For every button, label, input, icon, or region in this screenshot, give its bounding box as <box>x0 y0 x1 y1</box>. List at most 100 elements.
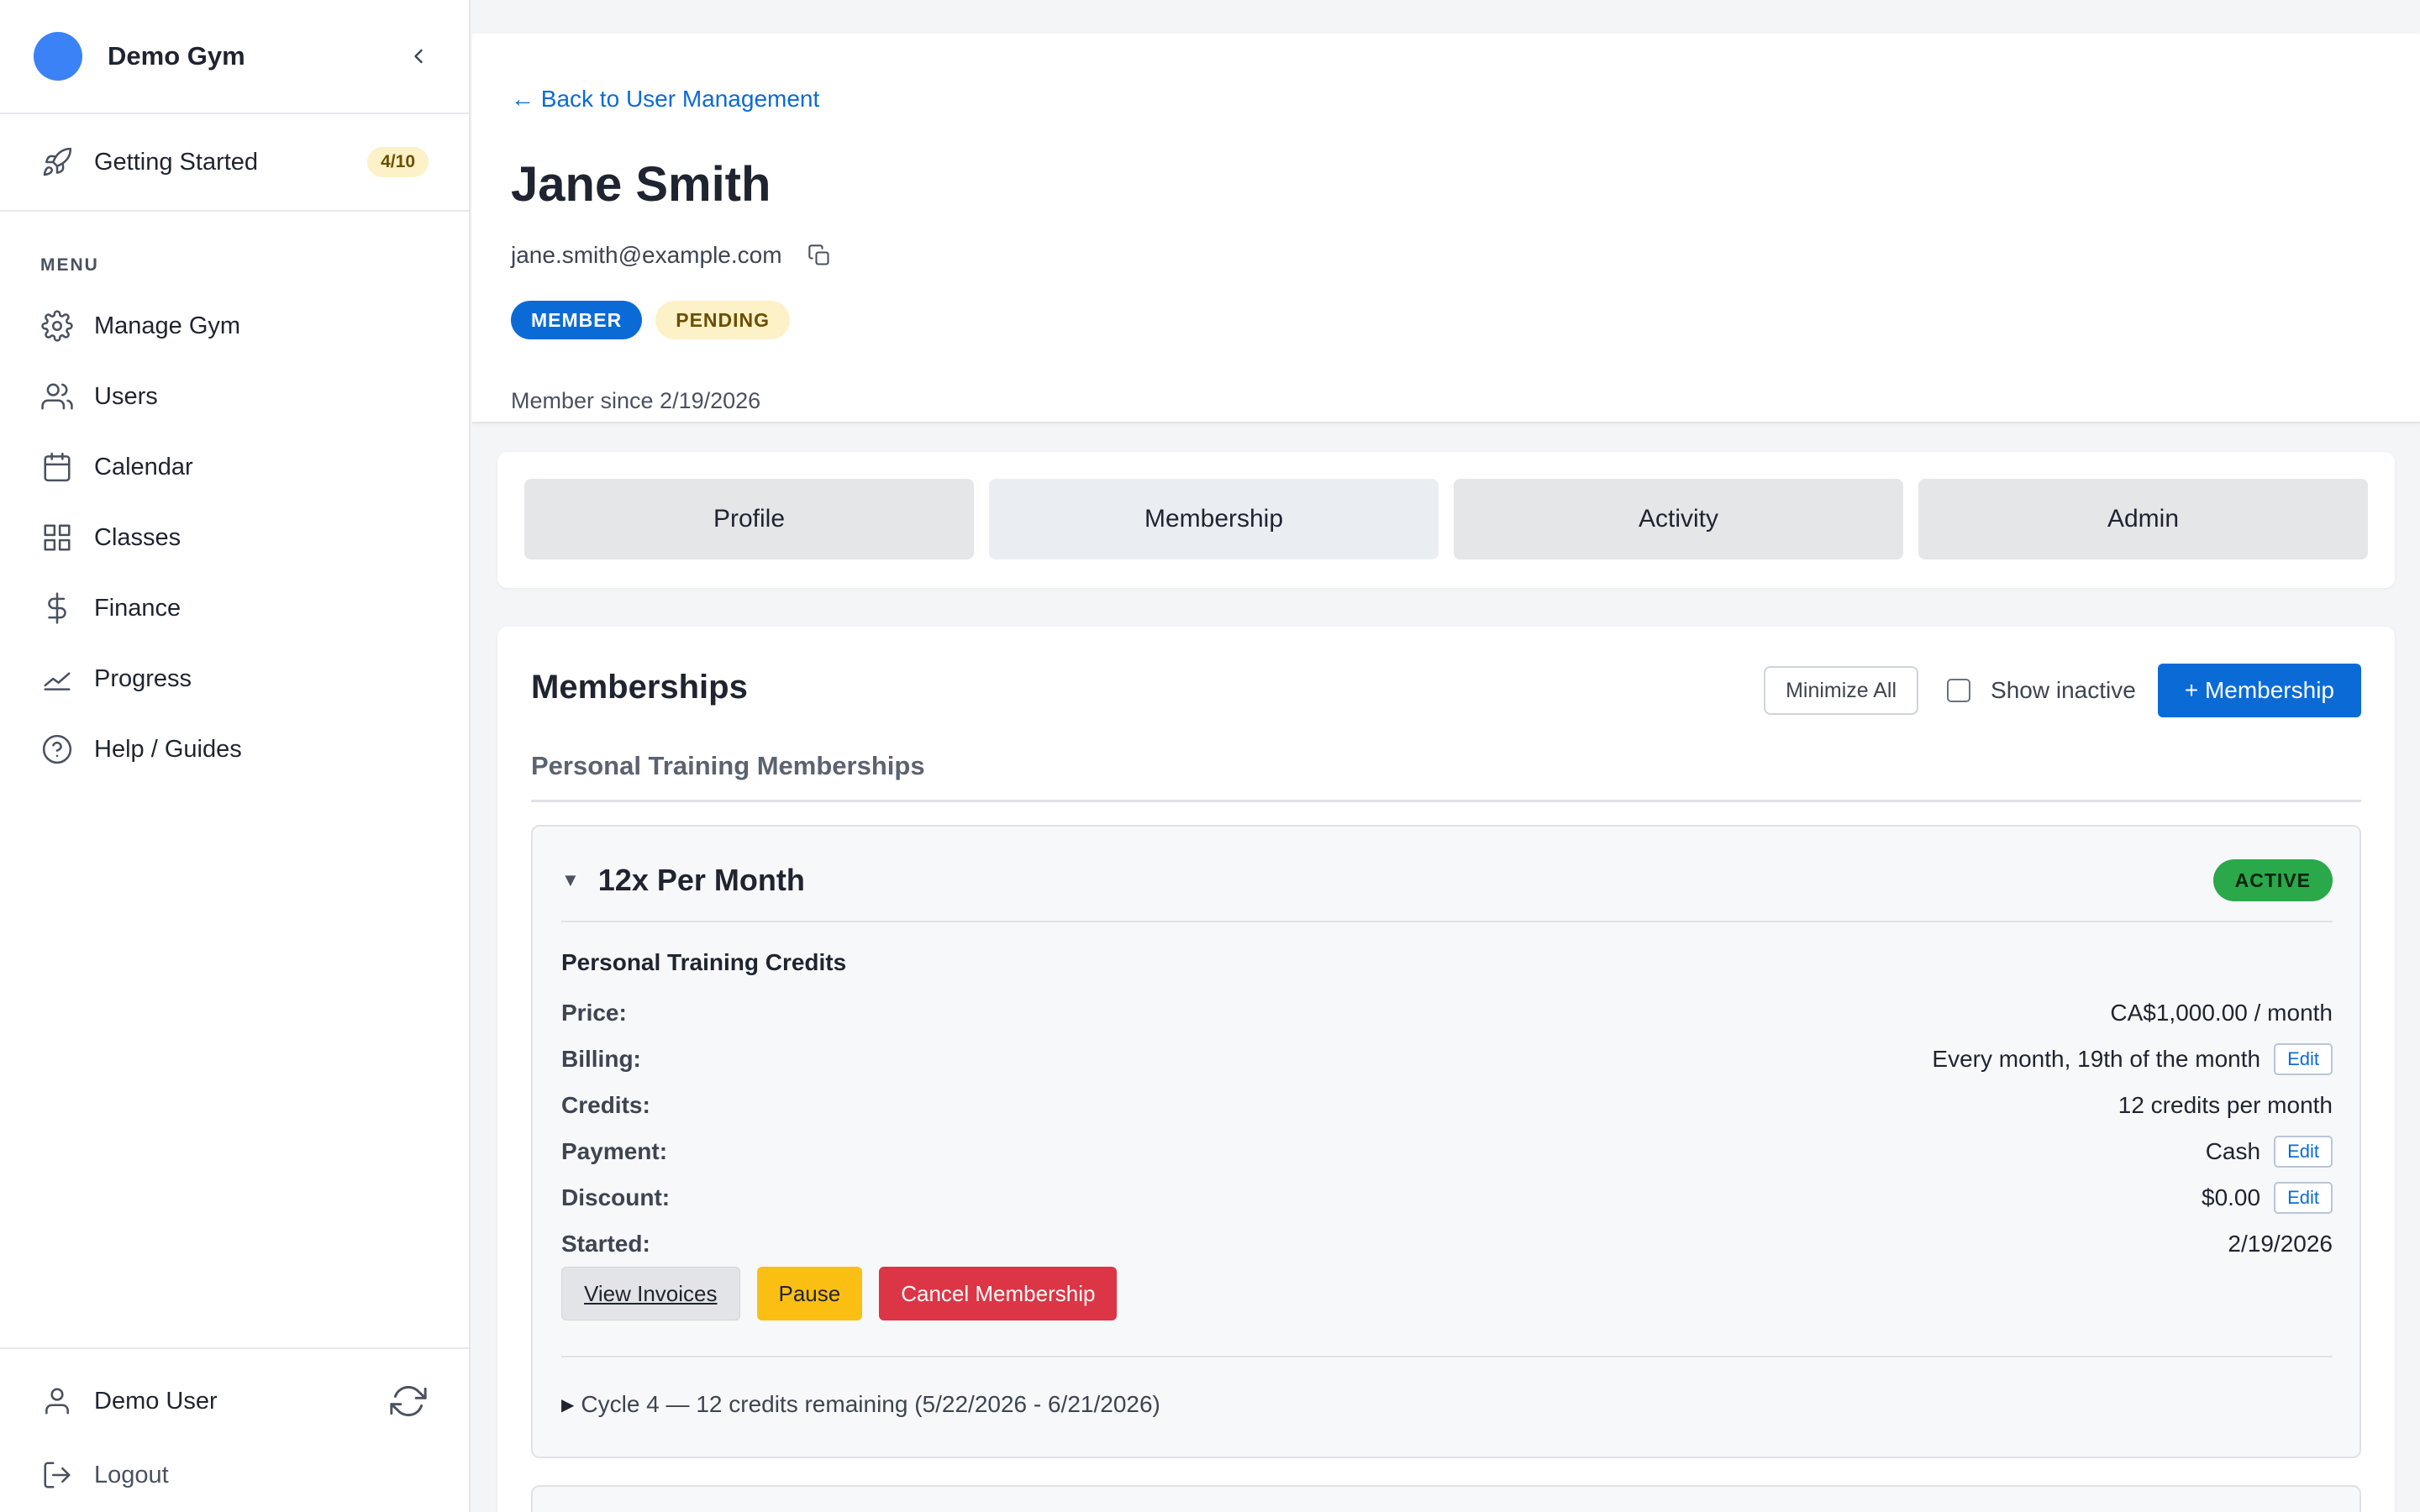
nav-item-label: Manage Gym <box>94 312 241 339</box>
detail-value: 12 credits per month <box>2118 1092 2333 1119</box>
add-membership-button[interactable]: + Membership <box>2157 664 2361 717</box>
nav-item-finance[interactable]: Finance <box>0 573 469 643</box>
show-inactive-checkbox[interactable] <box>1947 679 1971 702</box>
detail-row-discount: Discount: $0.00 Edit <box>561 1174 2333 1221</box>
help-icon <box>40 732 74 766</box>
copy-icon <box>808 244 829 265</box>
brand-header: Demo Gym <box>0 0 469 114</box>
user-name-heading: Jane Smith <box>511 157 771 212</box>
nav-item-label: Users <box>94 382 158 410</box>
nav-item-manage-gym[interactable]: Manage Gym <box>0 291 469 361</box>
getting-started-label: Getting Started <box>94 148 259 176</box>
back-to-user-management-link[interactable]: ← Back to User Management <box>511 86 819 113</box>
memberships-toolbar: Minimize All Show inactive + Membership <box>1764 664 2361 717</box>
collapse-sidebar-button[interactable] <box>402 39 435 73</box>
main-content: ← Back to User Management Jane Smith jan… <box>472 0 2420 1512</box>
edit-billing-button[interactable]: Edit <box>2274 1042 2333 1075</box>
membership-card-header[interactable]: ▼ 12x Per Month ACTIVE <box>561 852 2333 922</box>
tab-admin[interactable]: Admin <box>1918 479 2368 559</box>
sidebar: Demo Gym Getting Started 4/10 MENU Manag… <box>0 0 471 1512</box>
detail-row-started: Started: 2/19/2026 <box>561 1221 2333 1267</box>
expand-triangle-icon: ▶ <box>561 1395 575 1415</box>
email-row: jane.smith@example.com <box>511 242 833 269</box>
user-badges: MEMBER PENDING <box>511 301 803 339</box>
show-inactive-toggle[interactable]: Show inactive <box>1947 677 2136 704</box>
detail-value: 2/19/2026 <box>2228 1231 2333 1257</box>
credits-value: 12 credits per month <box>2118 1091 2333 1118</box>
tab-membership[interactable]: Membership <box>989 479 1439 559</box>
tab-profile[interactable]: Profile <box>524 479 974 559</box>
pause-membership-button[interactable]: Pause <box>756 1267 863 1320</box>
edit-payment-button[interactable]: Edit <box>2274 1135 2333 1168</box>
detail-label: Discount: <box>561 1184 671 1210</box>
show-inactive-label: Show inactive <box>1991 677 2136 703</box>
membership-details: Price: CA$1,000.00 / month Billing: Ever… <box>561 990 2333 1267</box>
membership-card-next <box>531 1485 2361 1512</box>
detail-row-price: Price: CA$1,000.00 / month <box>561 990 2333 1036</box>
users-icon <box>40 380 74 413</box>
nav-item-help-guides[interactable]: Help / Guides <box>0 714 469 785</box>
copy-email-button[interactable] <box>806 242 833 269</box>
status-badge: PENDING <box>655 301 791 339</box>
cycle-summary-text: Cycle 4 — 12 credits remaining (5/22/202… <box>581 1391 1160 1417</box>
nav-item-label: Calendar <box>94 453 193 480</box>
rocket-icon <box>40 145 74 179</box>
cycle-summary-toggle[interactable]: ▶ Cycle 4 — 12 credits remaining (5/22/2… <box>561 1356 2333 1418</box>
sidebar-account-section: Demo User Logout <box>0 1347 469 1512</box>
current-user-item[interactable]: Demo User <box>0 1364 469 1438</box>
membership-card: ▼ 12x Per Month ACTIVE Personal Training… <box>531 825 2361 1458</box>
user-email: jane.smith@example.com <box>511 242 782 268</box>
gym-name: Demo Gym <box>108 41 245 71</box>
cancel-membership-button[interactable]: Cancel Membership <box>879 1267 1118 1320</box>
user-tabs: Profile Membership Activity Admin <box>497 452 2395 588</box>
membership-plan-name: 12x Per Month <box>597 863 805 897</box>
membership-status-badge: ACTIVE <box>2212 859 2333 901</box>
discount-value: $0.00 <box>2202 1184 2261 1210</box>
detail-value: CA$1,000.00 / month <box>2110 1000 2333 1026</box>
calendar-icon <box>40 450 74 484</box>
detail-label: Billing: <box>561 1045 641 1072</box>
logout-icon <box>40 1458 74 1492</box>
edit-discount-button[interactable]: Edit <box>2274 1181 2333 1214</box>
billing-value: Every month, 19th of the month <box>1932 1045 2261 1072</box>
getting-started-progress-badge: 4/10 <box>367 147 429 177</box>
logout-label: Logout <box>94 1461 169 1488</box>
view-invoices-button[interactable]: View Invoices <box>561 1267 740 1320</box>
nav-item-calendar[interactable]: Calendar <box>0 432 469 502</box>
payment-value: Cash <box>2205 1137 2261 1164</box>
memberships-panel: Memberships Minimize All Show inactive +… <box>497 627 2395 1512</box>
getting-started-item[interactable]: Getting Started 4/10 <box>0 114 469 212</box>
chart-line-icon <box>40 662 74 696</box>
user-icon <box>40 1384 74 1418</box>
collapse-caret-icon[interactable]: ▼ <box>561 869 580 891</box>
chevron-left-icon <box>414 49 423 64</box>
nav-item-progress[interactable]: Progress <box>0 643 469 714</box>
detail-label: Price: <box>561 999 627 1026</box>
tab-activity[interactable]: Activity <box>1454 479 1903 559</box>
refresh-icon <box>390 1385 427 1417</box>
dollar-icon <box>40 591 74 625</box>
nav-item-users[interactable]: Users <box>0 361 469 432</box>
detail-label: Credits: <box>561 1091 650 1118</box>
price-value: CA$1,000.00 / month <box>2110 999 2333 1026</box>
role-badge: MEMBER <box>511 301 643 339</box>
membership-actions: View Invoices Pause Cancel Membership <box>561 1267 1118 1320</box>
switch-user-button[interactable] <box>388 1381 429 1421</box>
detail-label: Started: <box>561 1230 650 1257</box>
detail-row-billing: Billing: Every month, 19th of the month … <box>561 1036 2333 1082</box>
detail-value: $0.00 Edit <box>2202 1181 2333 1214</box>
current-user-name: Demo User <box>94 1387 218 1415</box>
menu-heading: MENU <box>40 255 99 275</box>
detail-row-payment: Payment: Cash Edit <box>561 1128 2333 1174</box>
minimize-all-button[interactable]: Minimize All <box>1764 666 1919 715</box>
memberships-title: Memberships <box>531 669 748 706</box>
logout-item[interactable]: Logout <box>0 1438 469 1512</box>
member-since: Member since 2/19/2026 <box>511 388 761 413</box>
detail-label: Payment: <box>561 1137 668 1164</box>
nav-item-label: Progress <box>94 664 192 692</box>
gear-icon <box>40 309 74 343</box>
nav-item-classes[interactable]: Classes <box>0 502 469 573</box>
nav-item-label: Help / Guides <box>94 735 242 763</box>
nav-item-label: Classes <box>94 523 182 551</box>
detail-row-credits: Credits: 12 credits per month <box>561 1082 2333 1128</box>
